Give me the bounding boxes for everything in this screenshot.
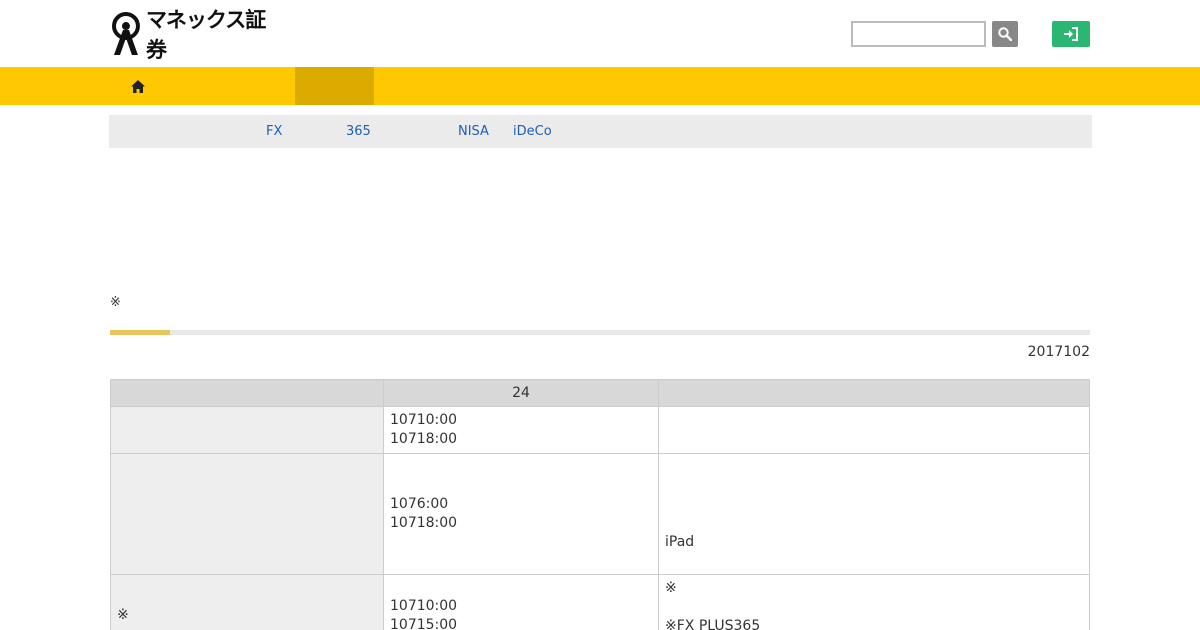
nav-item-active[interactable]: [295, 67, 374, 105]
row-label: [110, 453, 384, 575]
time-value: 10718:00: [390, 515, 458, 531]
search-icon: [998, 27, 1012, 41]
row-label: ※: [110, 574, 384, 630]
note-spacer: [665, 598, 1083, 617]
table-header-row: 24: [110, 379, 1090, 407]
table-row: 10710:00 10718:00: [110, 406, 1090, 454]
subnav-link-365[interactable]: 365: [346, 124, 371, 139]
main-nav: [0, 67, 1200, 105]
subnav-link-nisa[interactable]: NISA: [458, 124, 489, 139]
search-button[interactable]: [992, 21, 1018, 47]
progress-bar: [110, 330, 1090, 335]
subnav-link-ideco[interactable]: iDeCo: [513, 124, 552, 139]
search-input[interactable]: [851, 21, 986, 47]
time-value: 10710:00: [390, 598, 458, 614]
row-times: 1076:00 10718:00: [383, 453, 659, 575]
site-header: マネックス証券: [0, 0, 1200, 67]
note-text: iPad: [665, 534, 695, 550]
home-icon: [130, 79, 145, 93]
progress-fill: [110, 330, 170, 335]
page-note: ※: [110, 295, 121, 310]
row-notes: iPad: [658, 453, 1090, 575]
schedule-table: 24 10710:00 10718:00 1076:00 10718:00 iP…: [110, 379, 1090, 630]
row-label-text: ※: [117, 607, 129, 623]
row-label: [110, 406, 384, 454]
subnav-link-fx[interactable]: FX: [266, 124, 282, 139]
row-times: 10710:00 10718:00: [383, 406, 659, 454]
login-button[interactable]: [1052, 21, 1090, 47]
table-row: 1076:00 10718:00 iPad: [110, 453, 1090, 575]
row-times: 10710:00 10715:00: [383, 574, 659, 630]
row-notes: [658, 406, 1090, 454]
monex-logo-mark-icon: [111, 12, 140, 55]
row-notes: ※ ※FX PLUS365: [658, 574, 1090, 630]
table-header-cell: [110, 379, 384, 407]
time-value: 10715:00: [390, 617, 458, 630]
nav-home[interactable]: [110, 67, 165, 105]
logo-text: マネックス証券: [145, 8, 266, 62]
table-header-cell: 24: [383, 379, 659, 407]
table-header-cell: [658, 379, 1090, 407]
login-icon: [1064, 27, 1078, 41]
note-text: ※FX PLUS365: [665, 618, 761, 630]
table-row: ※ 10710:00 10715:00 ※ ※FX PLUS365: [110, 574, 1090, 630]
time-value: 10710:00: [390, 412, 458, 428]
sub-nav: FX 365 NISA iDeCo: [109, 115, 1092, 148]
time-value: 1076:00: [390, 496, 449, 512]
update-date: 2017102: [1027, 344, 1090, 360]
monex-logo[interactable]: マネックス証券: [110, 8, 285, 62]
note-text: ※: [665, 580, 677, 596]
time-value: 10718:00: [390, 431, 458, 447]
